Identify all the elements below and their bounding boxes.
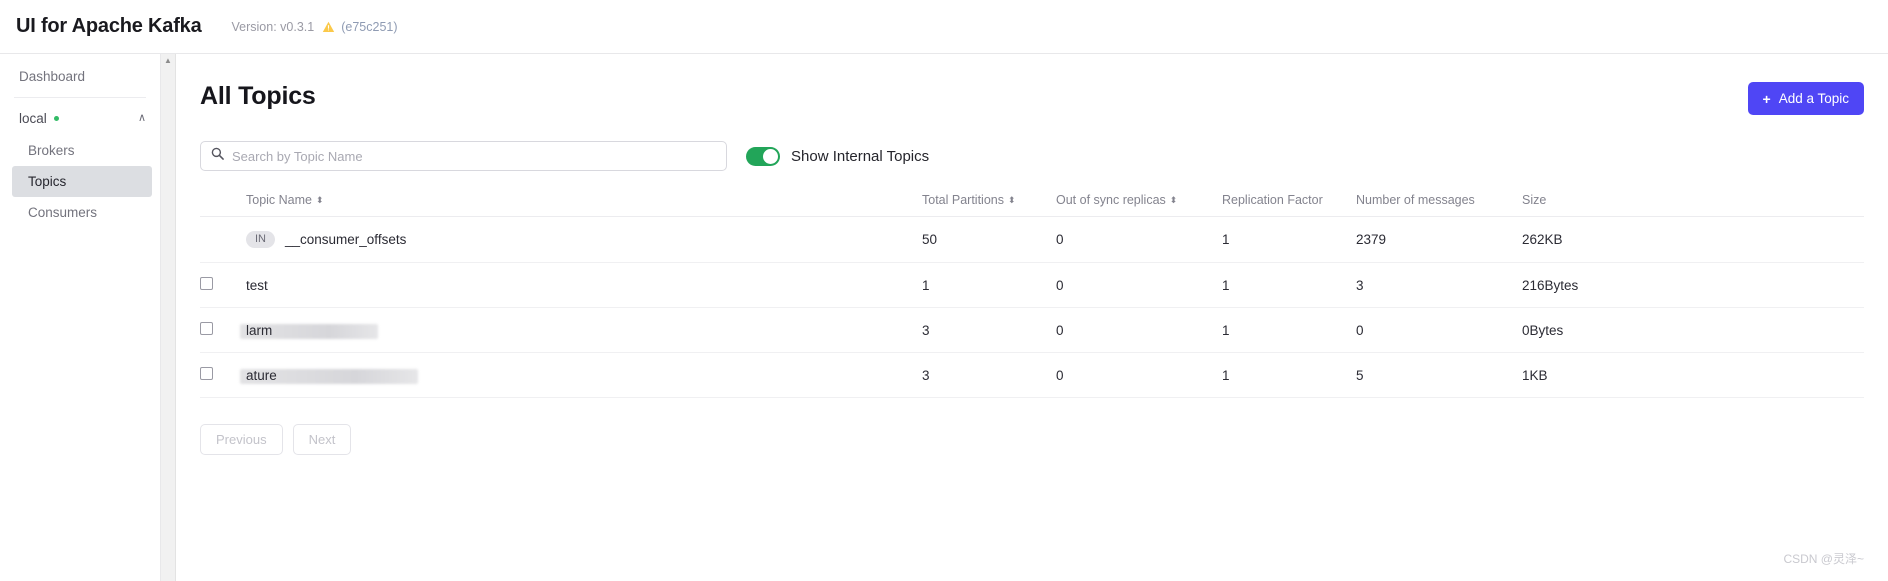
topic-name-link-redacted[interactable]: larm — [240, 323, 378, 339]
toggle-knob — [763, 148, 778, 164]
add-topic-button[interactable]: + Add a Topic — [1747, 82, 1864, 115]
search-input[interactable] — [232, 148, 716, 164]
search-box[interactable] — [200, 141, 727, 171]
toggle-switch[interactable] — [746, 146, 780, 166]
row-replication-factor: 1 — [1222, 216, 1356, 263]
cluster-status-dot-icon — [53, 116, 59, 121]
row-number-of-messages: 3 — [1356, 262, 1522, 308]
row-number-of-messages: 5 — [1356, 352, 1522, 398]
next-page-button[interactable]: Next — [292, 424, 352, 455]
row-topic-name-cell: test — [246, 262, 922, 308]
sidebar: Dashboard local ∧ Brokers Topics Consume… — [0, 54, 161, 581]
row-out-of-sync: 0 — [1056, 262, 1222, 308]
content-area: ▲ All Topics + Add a Topic Search by Top… — [161, 54, 1888, 581]
sidebar-item-consumers[interactable]: Consumers — [0, 197, 160, 228]
watermark: CSDN @灵泽~ — [1783, 552, 1864, 566]
row-replication-factor: 1 — [1222, 352, 1356, 398]
row-select-cell — [200, 216, 246, 263]
row-number-of-messages: 2379 — [1356, 216, 1522, 263]
header-out-of-sync-replicas[interactable]: Out of sync replicas ⬍ — [1056, 193, 1222, 217]
row-size: 1KB — [1522, 352, 1864, 398]
row-total-partitions: 3 — [922, 307, 1056, 353]
internal-badge: IN — [246, 231, 275, 248]
content-scrollbar[interactable]: ▲ — [161, 54, 176, 581]
table-body: IN __consumer_offsets 50 0 1 2379 262KB — [200, 216, 1864, 398]
sidebar-item-topics[interactable]: Topics — [12, 166, 152, 197]
row-total-partitions: 3 — [922, 352, 1056, 398]
cluster-name-label: local — [19, 111, 47, 126]
row-topic-name-cell: ature — [240, 352, 922, 398]
commit-hash-link[interactable]: (e75c251) — [341, 20, 397, 34]
header-number-of-messages: Number of messages — [1356, 193, 1522, 217]
table-header-row: Topic Name ⬍ Total Partitions ⬍ Out of syn… — [200, 193, 1864, 217]
search-icon — [211, 147, 224, 165]
table-row[interactable]: larm 3 0 1 0 0Bytes — [200, 307, 1864, 353]
table-row[interactable]: test 1 0 1 3 216Bytes — [200, 262, 1864, 308]
sort-icon[interactable]: ⬍ — [316, 196, 324, 205]
sidebar-item-brokers[interactable]: Brokers — [0, 135, 160, 166]
sidebar-divider — [14, 97, 146, 98]
page-body: Dashboard local ∧ Brokers Topics Consume… — [0, 54, 1888, 581]
header-select — [200, 193, 246, 217]
topic-name-link[interactable]: __consumer_offsets — [285, 232, 406, 247]
row-checkbox[interactable] — [200, 367, 213, 380]
sidebar-cluster-local[interactable]: local ∧ — [0, 102, 160, 135]
row-replication-factor: 1 — [1222, 307, 1356, 353]
table-row[interactable]: IN __consumer_offsets 50 0 1 2379 262KB — [200, 216, 1864, 263]
previous-page-button[interactable]: Previous — [200, 424, 283, 455]
row-topic-name-cell: IN __consumer_offsets — [246, 216, 922, 263]
version-info: Version: v0.3.1 (e75c251) — [232, 20, 398, 34]
row-size: 262KB — [1522, 216, 1864, 263]
topic-name-link[interactable]: test — [246, 278, 268, 293]
row-replication-factor: 1 — [1222, 262, 1356, 308]
table-controls: Show Internal Topics — [200, 141, 1864, 171]
plus-icon: + — [1762, 90, 1771, 107]
version-label: Version: v0.3.1 — [231, 19, 315, 34]
sort-icon[interactable]: ⬍ — [1008, 196, 1016, 205]
topic-name-link-redacted[interactable]: ature — [240, 368, 418, 384]
row-total-partitions: 1 — [922, 262, 1056, 308]
header-total-partitions[interactable]: Total Partitions ⬍ — [922, 193, 1056, 217]
row-checkbox[interactable] — [200, 277, 213, 290]
show-internal-topics-toggle[interactable]: Show Internal Topics — [746, 146, 930, 166]
main-panel: All Topics + Add a Topic Search by Topic… — [176, 54, 1888, 581]
row-topic-name-cell: larm — [240, 307, 922, 353]
row-size: 0Bytes — [1522, 307, 1864, 353]
header-replication-factor: Replication Factor — [1222, 193, 1356, 217]
top-bar: UI for Apache Kafka Version: v0.3.1 (e75… — [0, 0, 1888, 54]
row-select-cell — [200, 262, 246, 308]
row-checkbox[interactable] — [200, 322, 213, 335]
sort-icon[interactable]: ⬍ — [1170, 196, 1178, 205]
add-topic-label: Add a Topic — [1778, 91, 1849, 106]
row-out-of-sync: 0 — [1056, 352, 1222, 398]
scroll-up-arrow-icon[interactable]: ▲ — [164, 57, 172, 65]
chevron-up-icon[interactable]: ∧ — [138, 113, 146, 124]
page-header: All Topics + Add a Topic — [200, 82, 1864, 115]
row-total-partitions: 50 — [922, 216, 1056, 263]
app-brand-title: UI for Apache Kafka — [16, 15, 202, 37]
header-size: Size — [1522, 193, 1864, 217]
row-size: 216Bytes — [1522, 262, 1864, 308]
row-number-of-messages: 0 — [1356, 307, 1522, 353]
row-out-of-sync: 0 — [1056, 307, 1222, 353]
sidebar-item-dashboard[interactable]: Dashboard — [0, 60, 160, 93]
toggle-label: Show Internal Topics — [791, 147, 930, 165]
pagination: Previous Next — [200, 424, 1864, 455]
page-title: All Topics — [200, 82, 316, 110]
table-header: Topic Name ⬍ Total Partitions ⬍ Out of syn… — [200, 193, 1864, 217]
warning-triangle-icon — [322, 21, 335, 33]
table-row[interactable]: ature 3 0 1 5 1KB — [200, 352, 1864, 398]
header-topic-name[interactable]: Topic Name ⬍ — [246, 193, 922, 217]
topics-table: Topic Name ⬍ Total Partitions ⬍ Out of syn… — [200, 193, 1864, 398]
row-out-of-sync: 0 — [1056, 216, 1222, 263]
